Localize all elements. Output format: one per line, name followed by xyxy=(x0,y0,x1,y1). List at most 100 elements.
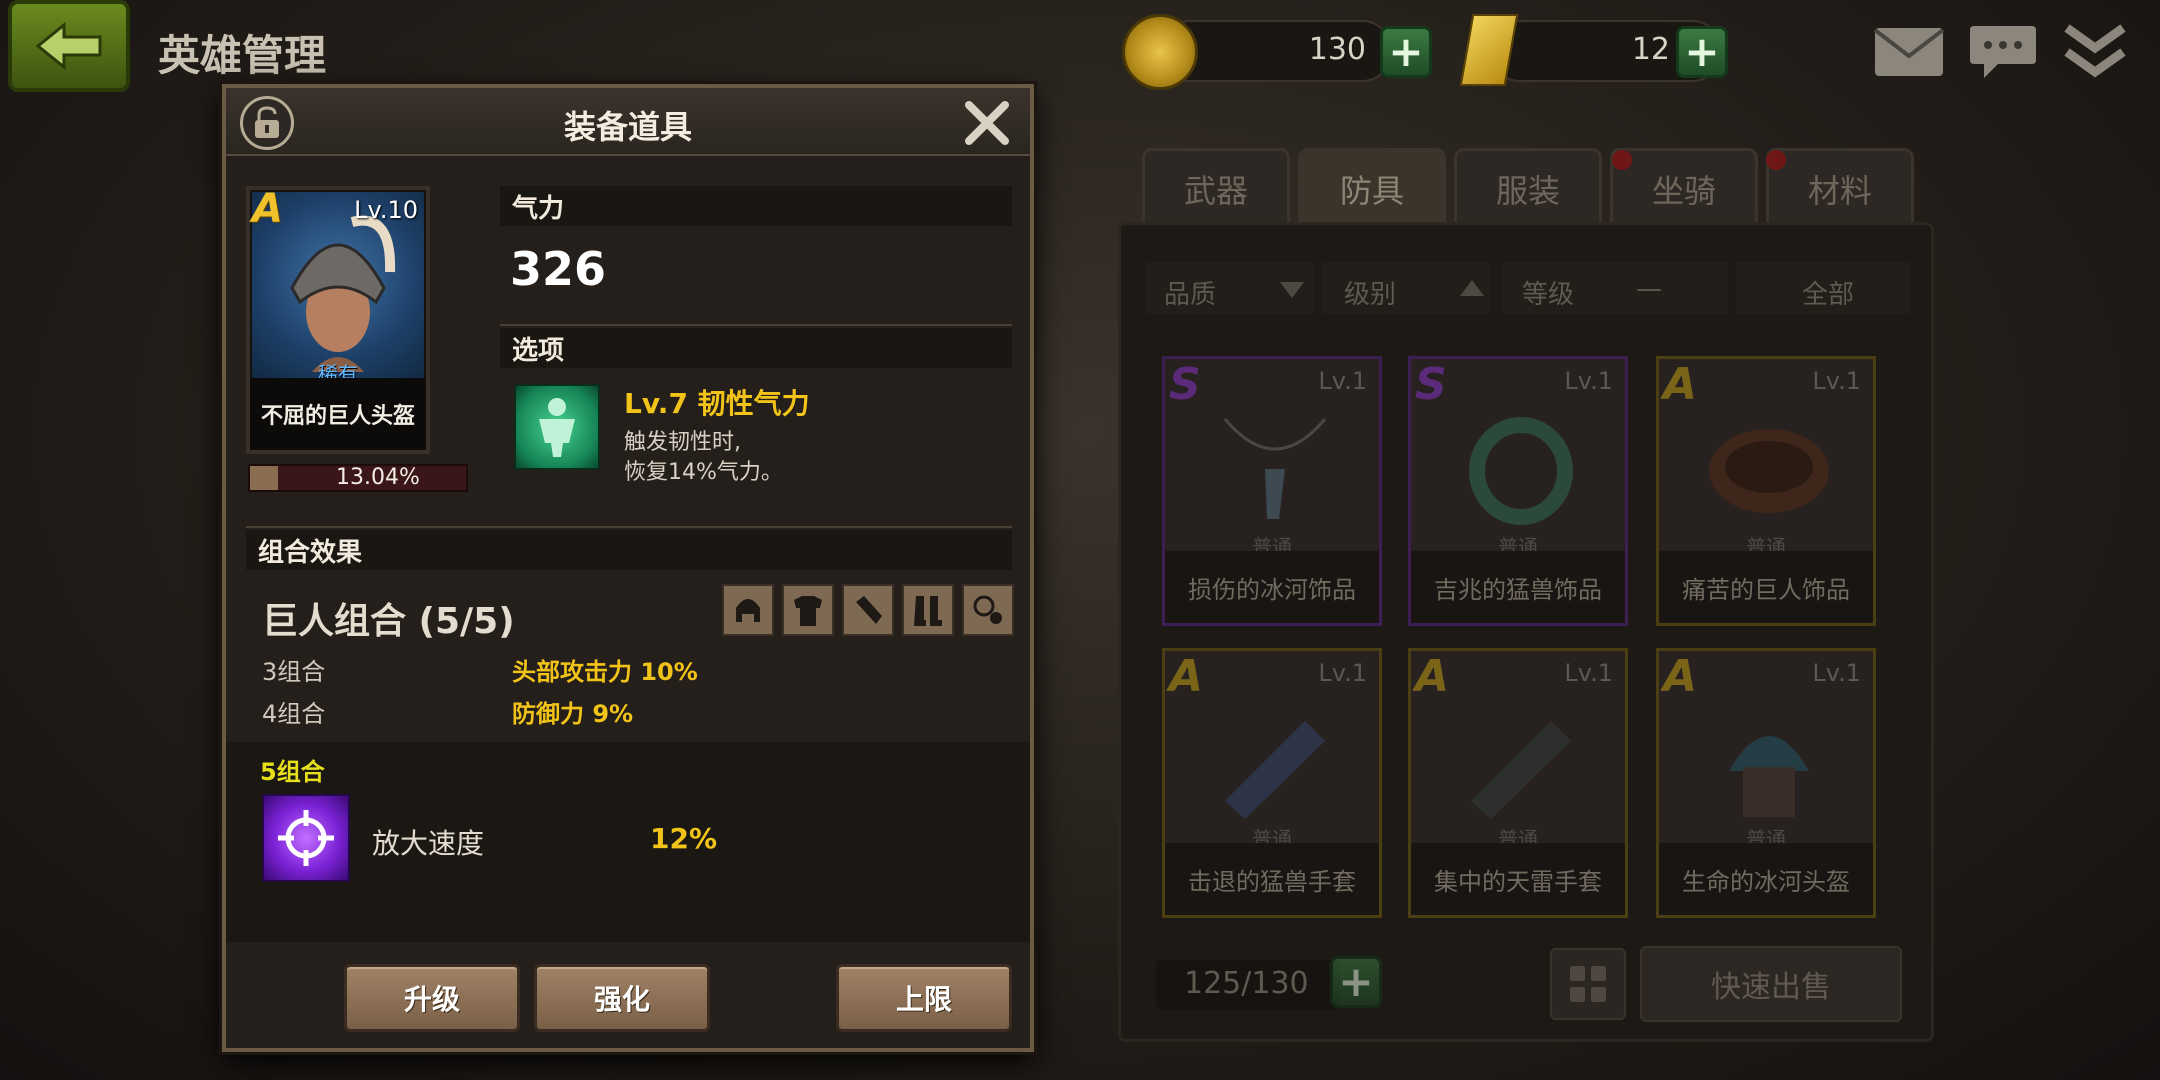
ring-icon xyxy=(1469,417,1573,525)
item-name: 击退的猛兽手套 xyxy=(1165,843,1379,915)
unlock-icon xyxy=(255,106,279,138)
grid-view-button[interactable] xyxy=(1550,948,1626,1020)
item-grade: S xyxy=(1169,359,1201,410)
screen-title: 英雄管理 xyxy=(158,31,327,80)
back-button[interactable] xyxy=(8,0,130,92)
add-gold-button[interactable]: + xyxy=(1380,26,1432,78)
item-grade: S xyxy=(1415,359,1447,410)
dialog-title: 装备道具 xyxy=(563,108,692,146)
stat-section-header: 气力 xyxy=(500,186,1012,226)
chat-bubble-icon xyxy=(1970,26,2036,78)
lock-button[interactable] xyxy=(240,96,294,150)
item-level: Lv.1 xyxy=(1812,367,1861,395)
level-filter-label: 等级 xyxy=(1522,280,1575,310)
tab-armor[interactable]: 防具 xyxy=(1298,148,1446,226)
mail-icon xyxy=(1873,28,1945,76)
item-level: Lv.1 xyxy=(1812,659,1861,687)
notification-dot xyxy=(1612,150,1632,170)
set-bonus-3-label: 3组合 xyxy=(262,658,326,686)
item-name: 痛苦的巨人饰品 xyxy=(1659,551,1873,623)
all-filter-label: 全部 xyxy=(1802,280,1855,310)
gauntlet-icon xyxy=(1471,721,1571,819)
dialog-header: 装备道具 xyxy=(226,88,1030,156)
glove-icon xyxy=(856,596,882,624)
grid-icon xyxy=(1570,966,1606,1002)
sort-up-icon xyxy=(1460,280,1484,296)
chat-button[interactable] xyxy=(1964,20,2042,84)
inventory-item[interactable]: A Lv.1 普通 集中的天雷手套 xyxy=(1408,648,1628,918)
inventory-panel xyxy=(1118,222,1934,1042)
set-bonus-5-label: 5组合 xyxy=(260,758,325,786)
add-gem-button[interactable]: + xyxy=(1676,26,1728,78)
set-piece-helmet[interactable] xyxy=(722,584,774,636)
item-level: Lv.10 xyxy=(354,196,418,224)
item-grade: A xyxy=(252,186,283,232)
helmet-icon xyxy=(736,599,760,622)
set-piece-boots[interactable] xyxy=(902,584,954,636)
divider xyxy=(500,324,1012,326)
item-grade: A xyxy=(1663,359,1698,410)
close-button[interactable] xyxy=(958,94,1016,152)
inventory-item[interactable]: S Lv.1 普通 吉兆的猛兽饰品 xyxy=(1408,356,1628,626)
enhance-button[interactable]: 强化 xyxy=(534,964,710,1032)
set-bonus-5-icon xyxy=(262,794,350,882)
tier-filter-label: 级别 xyxy=(1344,280,1397,310)
set-bonus-5-stat: 放大速度 xyxy=(372,827,485,860)
collapse-menu-button[interactable] xyxy=(2056,20,2134,84)
plus-icon: + xyxy=(1684,27,1720,76)
plus-icon: + xyxy=(1338,957,1374,1006)
item-grade: A xyxy=(1415,651,1450,702)
tab-materials[interactable]: 材料 xyxy=(1766,148,1914,226)
option-section-header: 选项 xyxy=(500,328,1012,368)
boots-icon xyxy=(914,596,942,626)
inventory-item[interactable]: A Lv.1 普通 击退的猛兽手套 xyxy=(1162,648,1382,918)
item-name: 生命的冰河头盔 xyxy=(1659,843,1873,915)
set-name: 巨人组合 (5/5) xyxy=(262,601,515,642)
quick-sell-button[interactable]: 快速出售 xyxy=(1640,946,1902,1022)
expand-capacity-button[interactable]: + xyxy=(1330,956,1382,1008)
body-figure-icon xyxy=(539,398,575,457)
gold-coin-icon xyxy=(1122,14,1198,90)
set-bonus-5-value: 12% xyxy=(650,822,718,855)
set-piece-gloves[interactable] xyxy=(842,584,894,636)
item-name: 不屈的巨人头盔 xyxy=(250,378,426,450)
armor-icon xyxy=(794,596,822,626)
set-bonus-3-value: 头部攻击力 10% xyxy=(512,658,698,686)
exp-progress-bar: 13.04% xyxy=(248,464,468,492)
level-filter-dash: — xyxy=(1636,274,1662,304)
option-skill-icon xyxy=(514,384,600,470)
tab-costume[interactable]: 服装 xyxy=(1454,148,1602,226)
set-section-header: 组合效果 xyxy=(246,530,1012,570)
upgrade-button[interactable]: 升级 xyxy=(344,964,520,1032)
item-grade: A xyxy=(1663,651,1698,702)
necklace-icon xyxy=(1223,418,1327,519)
quality-filter-label: 品质 xyxy=(1164,280,1217,310)
item-level: Lv.1 xyxy=(1564,659,1613,687)
tab-mount[interactable]: 坐骑 xyxy=(1610,148,1758,226)
plus-icon: + xyxy=(1388,27,1424,76)
exp-percent: 13.04% xyxy=(336,465,420,490)
crosshair-icon xyxy=(278,810,334,866)
item-level: Lv.1 xyxy=(1318,659,1367,687)
set-piece-armor[interactable] xyxy=(782,584,834,636)
option-description-line2: 恢复14%气力。 xyxy=(624,460,783,485)
tab-weapons[interactable]: 武器 xyxy=(1142,148,1290,226)
mail-button[interactable] xyxy=(1870,20,1948,84)
capacity-text: 125/130 xyxy=(1184,966,1309,1001)
double-chevron-down-icon xyxy=(2064,24,2126,78)
inventory-item[interactable]: A Lv.1 普通 痛苦的巨人饰品 xyxy=(1656,356,1876,626)
divider xyxy=(246,526,1012,528)
inventory-item[interactable]: S Lv.1 普通 损伤的冰河饰品 xyxy=(1162,356,1382,626)
limit-button[interactable]: 上限 xyxy=(836,964,1012,1032)
set-piece-accessory[interactable] xyxy=(962,584,1014,636)
necklace-icon xyxy=(973,595,1002,624)
item-name: 吉兆的猛兽饰品 xyxy=(1411,551,1625,623)
set-bonus-4-label: 4组合 xyxy=(262,700,326,728)
helmet-icon xyxy=(1729,736,1809,817)
gem-value: 12 xyxy=(1631,32,1670,67)
item-level: Lv.1 xyxy=(1564,367,1613,395)
back-arrow-icon xyxy=(35,21,102,71)
inventory-item[interactable]: A Lv.1 普通 生命的冰河头盔 xyxy=(1656,648,1876,918)
item-level: Lv.1 xyxy=(1318,367,1367,395)
notification-dot xyxy=(1766,150,1786,170)
